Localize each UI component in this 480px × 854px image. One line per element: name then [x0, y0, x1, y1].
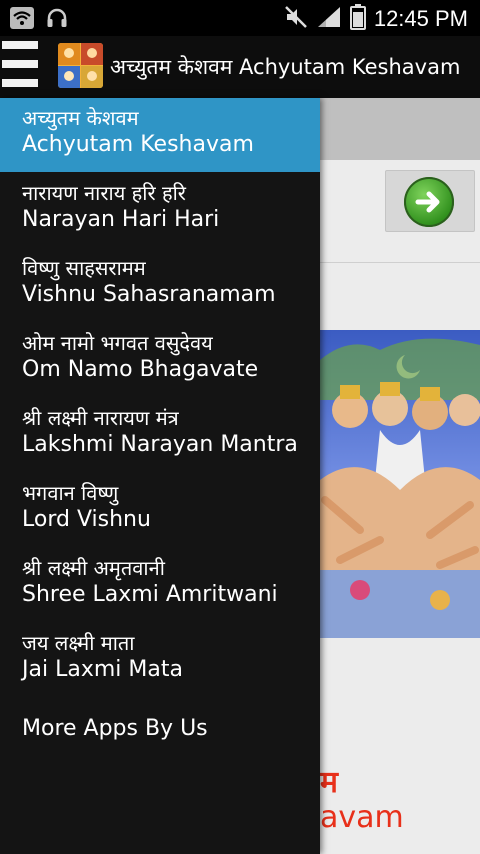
drawer-item-hindi-label: नारायण नाराय हरि हरि	[22, 181, 186, 205]
navigation-drawer: अच्युतम केशवम Achyutam Keshavam नारायण न…	[0, 98, 320, 854]
clock: 12:45 PM	[373, 6, 468, 31]
headphones-icon	[46, 7, 68, 33]
drawer-item-jai-laxmi-mata[interactable]: जय लक्ष्मी माता Jai Laxmi Mata	[0, 623, 320, 697]
status-bar: 12:45 PM	[0, 0, 480, 36]
drawer-item-lord-vishnu[interactable]: भगवान विष्णु Lord Vishnu	[0, 473, 320, 547]
menu-icon[interactable]	[0, 41, 42, 93]
drawer-item-achyutam-keshavam[interactable]: अच्युतम केशवम Achyutam Keshavam	[0, 98, 320, 172]
arrow-right-icon	[404, 177, 454, 227]
signal-icon	[316, 5, 342, 33]
wifi-icon	[10, 7, 34, 33]
drawer-item-english-label: Om Namo Bhagavate	[22, 357, 259, 382]
content-title-english: avam	[320, 800, 404, 835]
app-title: अच्युतम केशवम Achyutam Keshavam	[110, 55, 461, 79]
drawer-item-english-label: Lakshmi Narayan Mantra	[22, 432, 298, 457]
drawer-item-english-label: Jai Laxmi Mata	[22, 657, 183, 682]
more-apps-link[interactable]: More Apps By Us	[22, 716, 208, 741]
action-bar: अच्युतम केशवम Achyutam Keshavam	[0, 36, 480, 98]
drawer-item-hindi-label: श्री लक्ष्मी नारायण मंत्र	[22, 406, 179, 430]
drawer-item-hindi-label: जय लक्ष्मी माता	[22, 631, 135, 655]
drawer-item-vishnu-sahasranamam[interactable]: विष्णु साहसरामम Vishnu Sahasranamam	[0, 248, 320, 322]
drawer-item-hindi-label: श्री लक्ष्मी अमृतवानी	[22, 556, 165, 580]
deity-image	[320, 330, 480, 638]
drawer-item-english-label: Achyutam Keshavam	[22, 132, 254, 157]
content-title-devanagari: म	[320, 765, 338, 800]
drawer-item-hindi-label: अच्युतम केशवम	[22, 106, 139, 130]
drawer-item-english-label: Vishnu Sahasranamam	[22, 282, 276, 307]
drawer-item-hindi-label: ओम नामो भगवत वसुदेवय	[22, 331, 213, 355]
drawer-item-english-label: Lord Vishnu	[22, 507, 151, 532]
drawer-item-narayan-hari-hari[interactable]: नारायण नाराय हरि हरि Narayan Hari Hari	[0, 173, 320, 247]
drawer-item-om-namo-bhagavate[interactable]: ओम नामो भगवत वसुदेवय Om Namo Bhagavate	[0, 323, 320, 397]
drawer-item-lakshmi-narayan-mantra[interactable]: श्री लक्ष्मी नारायण मंत्र Lakshmi Naraya…	[0, 398, 320, 472]
drawer-item-hindi-label: विष्णु साहसरामम	[22, 256, 146, 280]
content-divider	[320, 262, 480, 263]
drawer-item-english-label: Narayan Hari Hari	[22, 207, 220, 232]
battery-icon	[349, 4, 366, 34]
drawer-item-hindi-label: भगवान विष्णु	[22, 481, 119, 505]
drawer-item-english-label: Shree Laxmi Amritwani	[22, 582, 278, 607]
drawer-item-shree-laxmi-amritwani[interactable]: श्री लक्ष्मी अमृतवानी Shree Laxmi Amritw…	[0, 548, 320, 622]
next-button[interactable]	[385, 170, 475, 232]
mute-icon	[284, 5, 308, 33]
app-icon[interactable]	[58, 43, 103, 88]
